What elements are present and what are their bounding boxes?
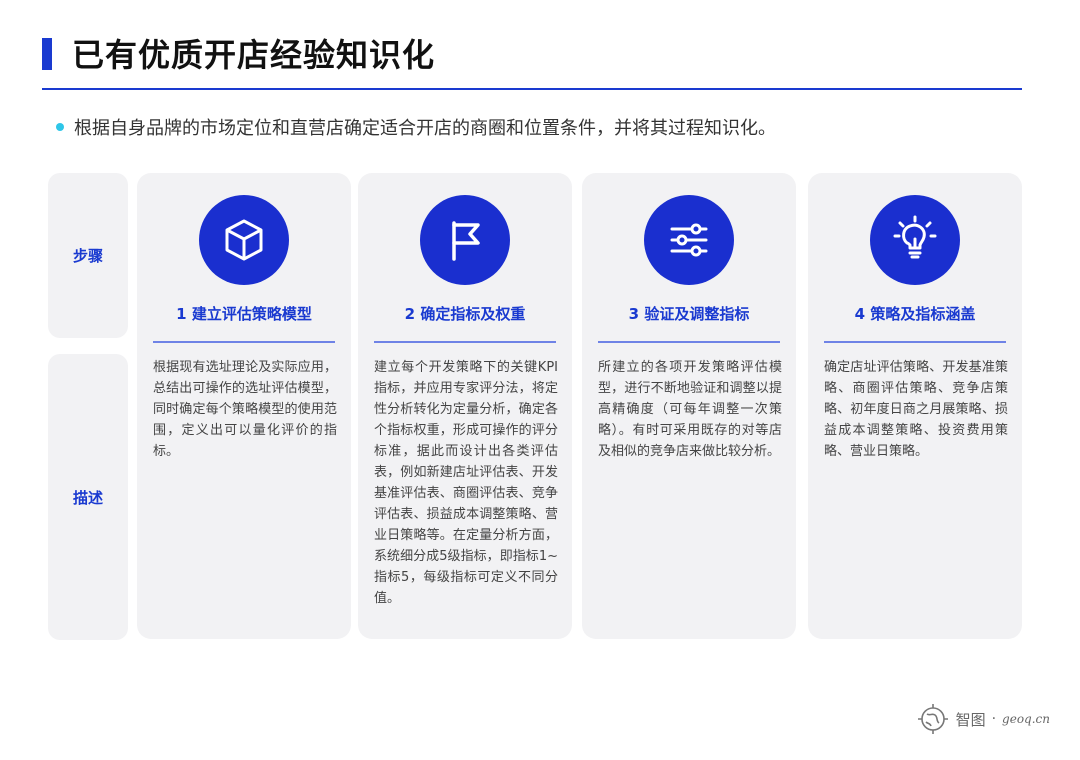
bullet-dot bbox=[56, 123, 64, 131]
step-card-4: 4 策略及指标涵盖 确定店址评估策略、开发基准策略、商圈评估策略、竞争店策略、初… bbox=[808, 173, 1022, 639]
title-accent-bar bbox=[42, 38, 52, 70]
logo-name: 智图 bbox=[955, 710, 986, 729]
step-card-2: 2 确定指标及权重 建立每个开发策略下的关键KPI指标，并应用专家评分法，将定性… bbox=[358, 173, 572, 639]
step-title: 4 策略及指标涵盖 bbox=[854, 305, 976, 323]
card-divider bbox=[598, 341, 780, 343]
title-divider bbox=[42, 88, 1022, 90]
globe-logo-icon bbox=[917, 704, 948, 734]
step-desc: 根据现有选址理论及实际应用，总结出可操作的选址评估模型，同时确定每个策略模型的使… bbox=[153, 360, 337, 459]
side-label-steps: 步骤 bbox=[48, 173, 128, 338]
lightbulb-icon bbox=[870, 195, 960, 285]
side-label-desc: 描述 bbox=[48, 354, 128, 640]
step-desc: 确定店址评估策略、开发基准策略、商圈评估策略、竞争店策略、初年度日商之月展策略、… bbox=[824, 360, 1008, 459]
step-title: 3 验证及调整指标 bbox=[628, 305, 750, 323]
brand-logo: 智图 · geoq.cn bbox=[916, 702, 1050, 736]
card-divider bbox=[374, 341, 556, 343]
step-desc: 所建立的各项开发策略评估模型，进行不断地验证和调整以提高精确度（可每年调整一次策… bbox=[598, 360, 782, 459]
sliders-icon bbox=[644, 195, 734, 285]
desc-label: 描述 bbox=[72, 488, 103, 507]
card-divider bbox=[153, 341, 335, 343]
logo-separator: · bbox=[991, 711, 997, 727]
step-desc: 建立每个开发策略下的关键KPI指标，并应用专家评分法，将定性分析转化为定量分析，… bbox=[374, 360, 558, 606]
flag-icon bbox=[420, 195, 510, 285]
subtitle: 根据自身品牌的市场定位和直营店确定适合开店的商圈和位置条件，并将其过程知识化。 bbox=[56, 114, 776, 140]
card-divider bbox=[824, 341, 1006, 343]
subtitle-text: 根据自身品牌的市场定位和直营店确定适合开店的商圈和位置条件，并将其过程知识化。 bbox=[74, 118, 776, 139]
cube-icon bbox=[199, 195, 289, 285]
logo-url: geoq.cn bbox=[1002, 712, 1050, 726]
step-title: 2 确定指标及权重 bbox=[404, 305, 526, 323]
step-card-3: 3 验证及调整指标 所建立的各项开发策略评估模型，进行不断地验证和调整以提高精确… bbox=[582, 173, 796, 639]
page-title: 已有优质开店经验知识化 bbox=[72, 36, 436, 74]
step-card-1: 1 建立评估策略模型 根据现有选址理论及实际应用，总结出可操作的选址评估模型，同… bbox=[137, 173, 351, 639]
steps-label: 步骤 bbox=[72, 247, 103, 265]
step-title: 1 建立评估策略模型 bbox=[176, 305, 312, 323]
